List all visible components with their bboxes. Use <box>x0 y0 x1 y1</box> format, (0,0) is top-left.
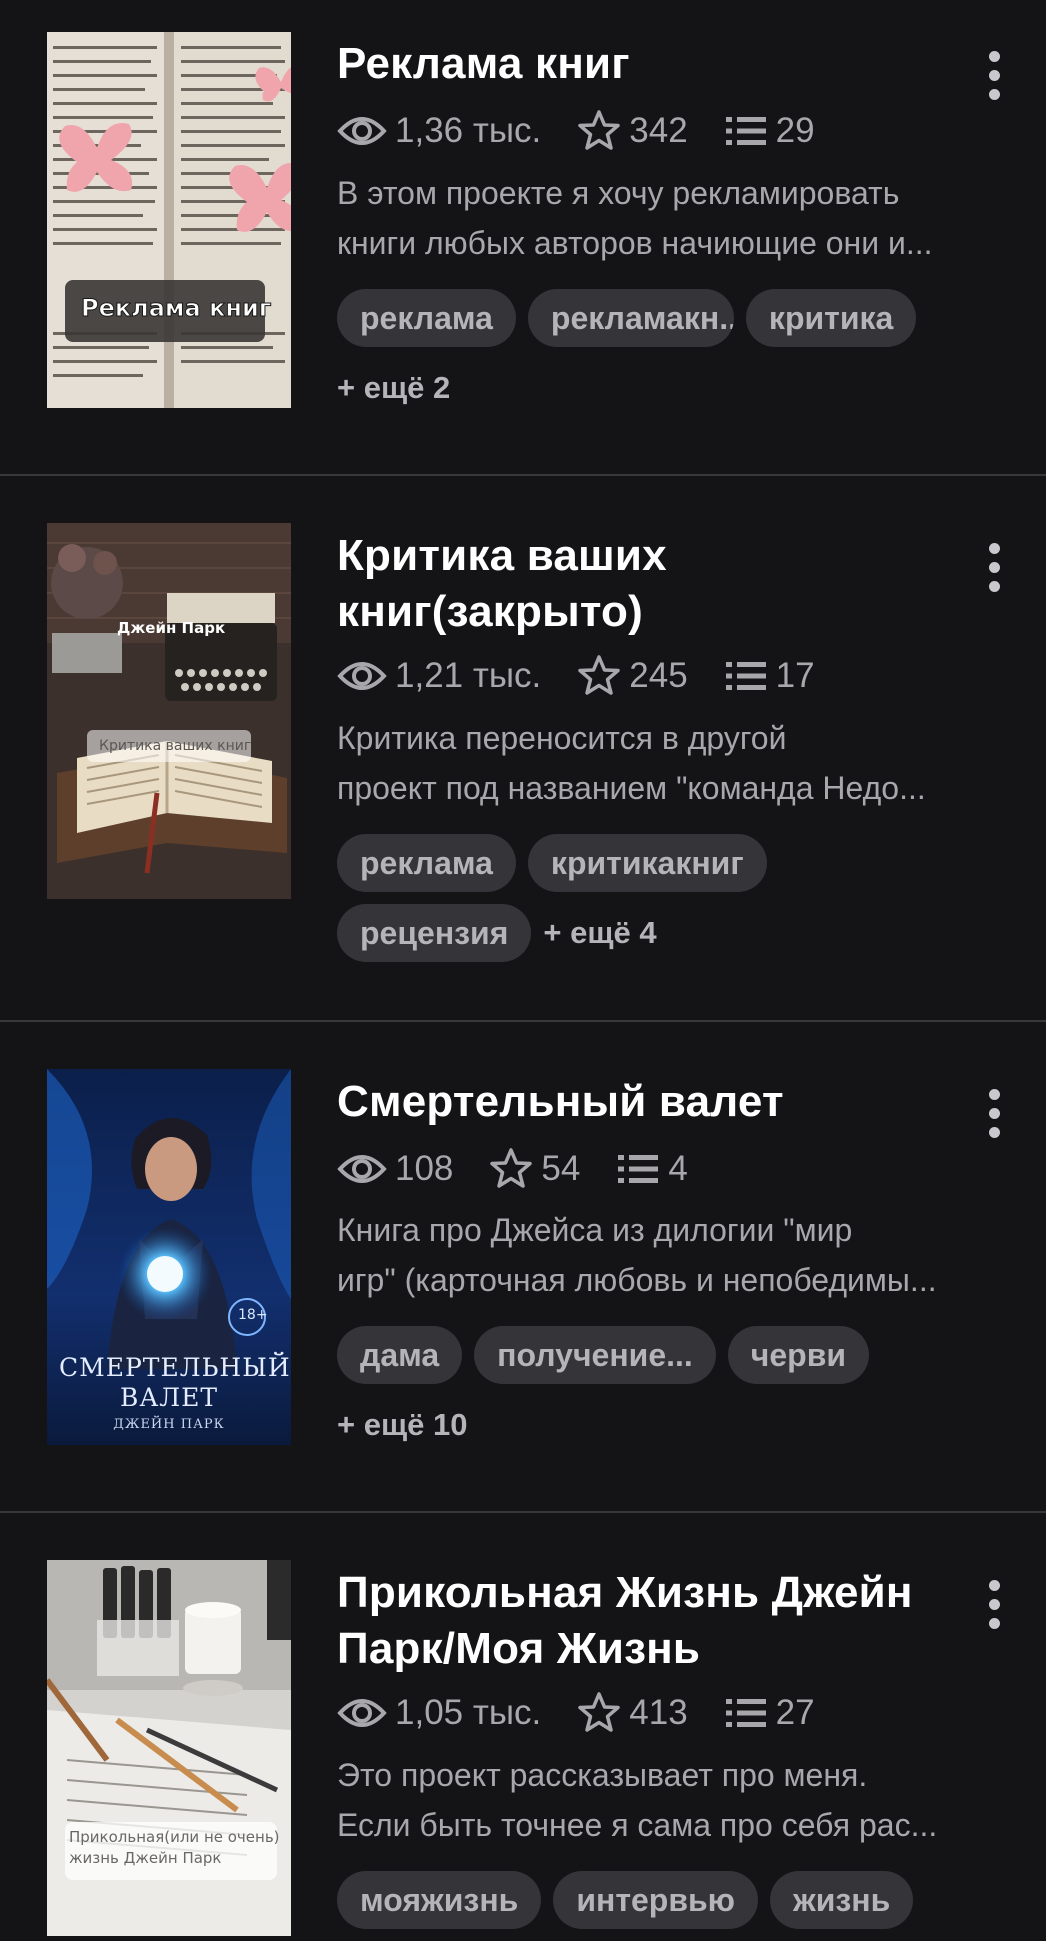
star-icon <box>578 110 621 150</box>
tag-list: реклама критикакниг рецензия + ещё 4 <box>337 834 1007 974</box>
list-icon <box>725 662 766 690</box>
votes-stat: 413 <box>577 1691 688 1735</box>
more-tags-link[interactable]: + ещё 4 <box>543 915 656 951</box>
views-stat: 1,21 тыс. <box>337 656 541 696</box>
story-stats: 1,21 тыс. 245 17 <box>337 653 851 699</box>
tag-list: дама получение... черви + ещё 10 <box>337 1326 1007 1466</box>
story-cover[interactable]: 18+ СМЕРТЕЛЬНЫЙ ВАЛЕТ ДЖЕЙН ПАРК <box>47 1069 291 1445</box>
more-options-button[interactable] <box>976 46 1012 106</box>
cover-caption: Прикольная(или не очень) <box>69 1828 280 1846</box>
cover-caption: Реклама книг <box>80 294 272 323</box>
tag-list: реклама рекламакн... критика + ещё 2 <box>337 289 1007 429</box>
story-card[interactable]: 18+ СМЕРТЕЛЬНЫЙ ВАЛЕТ ДЖЕЙН ПАРК Смертел… <box>0 1022 1046 1512</box>
tag-chip[interactable]: интервью <box>553 1871 758 1929</box>
cover-caption: ВАЛЕТ <box>119 1383 219 1412</box>
list-icon <box>725 1699 766 1727</box>
story-title[interactable]: Смертельный валет <box>337 1074 937 1130</box>
eye-icon <box>337 1699 387 1727</box>
cover-caption: жизнь Джейн Парк <box>69 1849 222 1867</box>
more-tags-link[interactable]: + ещё 10 <box>337 1407 467 1443</box>
star-icon <box>578 655 621 695</box>
story-cover[interactable]: Реклама книг <box>47 32 291 408</box>
views-stat: 1,05 тыс. <box>337 1693 541 1733</box>
votes-stat: 245 <box>577 654 688 698</box>
views-stat: 108 <box>337 1149 453 1189</box>
tag-chip[interactable]: критика <box>745 289 917 347</box>
more-tags-link[interactable]: + ещё 2 <box>337 370 450 406</box>
tag-chip[interactable]: дама <box>337 1326 463 1384</box>
more-options-button[interactable] <box>976 1575 1012 1635</box>
tag-chip[interactable]: мояжизнь <box>337 1871 542 1929</box>
star-icon <box>490 1148 533 1188</box>
tag-chip[interactable]: рекламакн... <box>527 289 734 347</box>
tag-chip[interactable]: рецензия <box>337 904 532 962</box>
tag-chip[interactable]: реклама <box>337 834 516 892</box>
story-description: Книга про Джейса из дилогии "мир игр" (к… <box>337 1212 937 1298</box>
story-card[interactable]: Прикольная(или не очень) жизнь Джейн Пар… <box>0 1513 1046 1936</box>
eye-icon <box>337 117 387 145</box>
views-stat: 1,36 тыс. <box>337 111 541 151</box>
parts-stat: 29 <box>724 111 815 151</box>
parts-stat: 27 <box>724 1693 815 1733</box>
cover-caption: 18+ <box>238 1307 268 1323</box>
story-title[interactable]: Реклама книг <box>337 36 937 92</box>
story-description: Критика переносится в другой проект под … <box>337 720 926 806</box>
parts-stat: 17 <box>724 656 815 696</box>
cover-caption: ДЖЕЙН ПАРК <box>113 1417 225 1432</box>
votes-stat: 342 <box>577 109 688 153</box>
eye-icon <box>337 1155 387 1183</box>
story-stats: 1,05 тыс. 413 27 <box>337 1690 851 1736</box>
story-stats: 1,36 тыс. 342 29 <box>337 108 851 154</box>
cover-caption: Критика ваших книг <box>99 738 252 754</box>
tag-chip[interactable]: жизнь <box>770 1871 914 1929</box>
story-title[interactable]: Критика ваших книг(закрыто) <box>337 528 937 640</box>
votes-stat: 54 <box>489 1147 580 1191</box>
cover-caption: СМЕРТЕЛЬНЫЙ <box>59 1353 291 1382</box>
tag-chip[interactable]: реклама <box>337 289 516 347</box>
cover-caption: Джейн Парк <box>117 619 226 637</box>
list-icon <box>725 117 766 145</box>
parts-stat: 4 <box>616 1149 688 1189</box>
story-card[interactable]: Реклама книг Реклама книг 1,36 тыс. 342 <box>0 0 1046 475</box>
story-card[interactable]: Джейн Парк Критика ваших книг Критика ва… <box>0 476 1046 1021</box>
story-description: В этом проекте я хочу рекламировать книг… <box>337 175 933 261</box>
tag-chip[interactable]: критикакниг <box>527 834 767 892</box>
more-options-button[interactable] <box>976 1084 1012 1144</box>
more-options-button[interactable] <box>976 538 1012 598</box>
story-title[interactable]: Прикольная Жизнь Джейн Парк/Моя Жизнь <box>337 1565 937 1677</box>
list-icon <box>618 1155 659 1183</box>
story-stats: 108 54 4 <box>337 1146 724 1192</box>
star-icon <box>578 1692 621 1732</box>
story-cover[interactable]: Джейн Парк Критика ваших книг <box>47 523 291 899</box>
story-description: Это проект рассказывает про меня. Если б… <box>337 1757 938 1843</box>
story-cover[interactable]: Прикольная(или не очень) жизнь Джейн Пар… <box>47 1560 291 1936</box>
tag-chip[interactable]: получение... <box>474 1326 716 1384</box>
tag-chip[interactable]: черви <box>727 1326 870 1384</box>
tag-list: мояжизнь интервью жизнь <box>337 1871 1007 1941</box>
eye-icon <box>337 662 387 690</box>
